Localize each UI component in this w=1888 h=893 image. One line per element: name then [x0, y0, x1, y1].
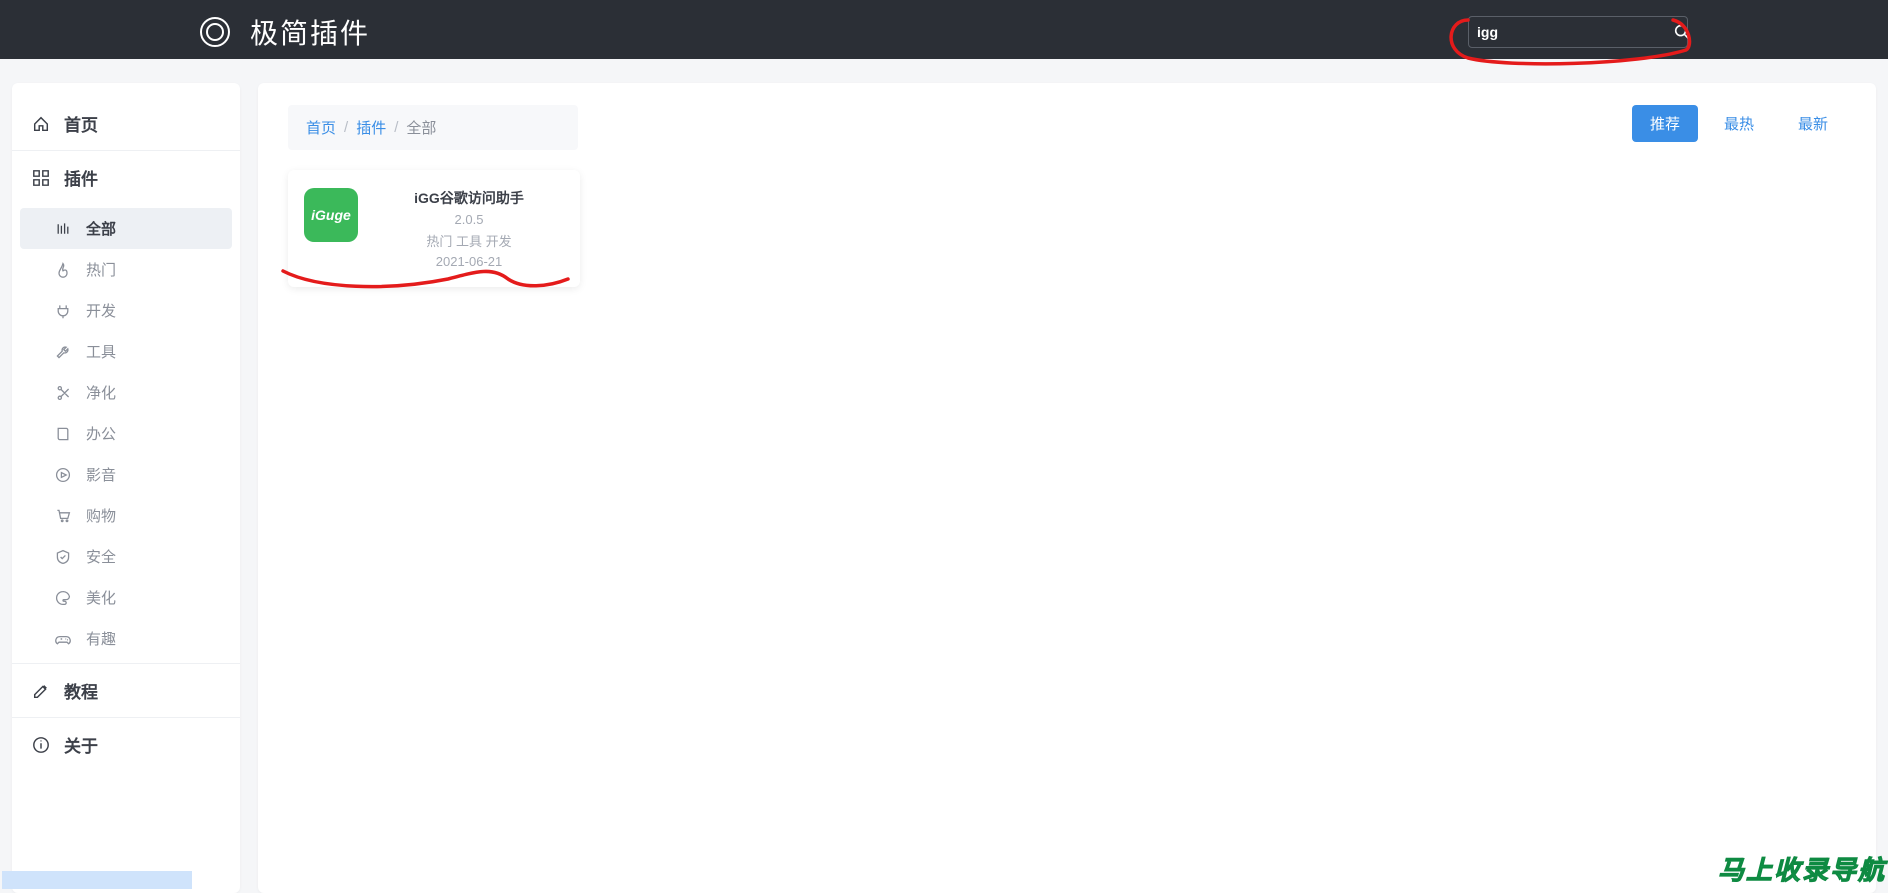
nav-tutorials[interactable]: 教程: [12, 664, 240, 717]
category-label: 净化: [86, 382, 116, 403]
breadcrumb-current: 全部: [406, 117, 436, 138]
sort-tab-hottest[interactable]: 最热: [1706, 105, 1772, 142]
category-label: 有趣: [86, 628, 116, 649]
bars-icon: [54, 220, 72, 238]
plugin-card[interactable]: iGuge iGG谷歌访问助手 2.0.5 热门 工具 开发 2021-06-2…: [288, 170, 580, 287]
category-wrench[interactable]: 工具: [20, 331, 232, 372]
search-icon[interactable]: [1673, 23, 1691, 41]
game-icon: [54, 630, 72, 648]
plug-icon: [54, 302, 72, 320]
play-icon: [54, 466, 72, 484]
plugin-version: 2.0.5: [374, 212, 564, 227]
shield-icon: [54, 548, 72, 566]
status-bar-hint: [2, 871, 192, 889]
cart-icon: [54, 507, 72, 525]
book-icon: [54, 425, 72, 443]
category-shield[interactable]: 安全: [20, 536, 232, 577]
search-input[interactable]: [1477, 24, 1673, 40]
breadcrumb-home[interactable]: 首页: [306, 117, 336, 138]
flame-icon: [54, 261, 72, 279]
nav-plugins[interactable]: 插件: [12, 151, 240, 204]
sort-tab-newest[interactable]: 最新: [1780, 105, 1846, 142]
category-label: 全部: [86, 218, 116, 239]
info-icon: [32, 736, 50, 754]
search-box[interactable]: [1468, 16, 1688, 48]
category-label: 热门: [86, 259, 116, 280]
nav-home[interactable]: 首页: [12, 97, 240, 150]
category-play[interactable]: 影音: [20, 454, 232, 495]
category-game[interactable]: 有趣: [20, 618, 232, 659]
site-title: 极简插件: [250, 12, 370, 52]
app-header: 极简插件: [0, 4, 1888, 59]
pencil-icon: [32, 682, 50, 700]
home-icon: [32, 115, 50, 133]
category-label: 影音: [86, 464, 116, 485]
sidebar: 首页 插件 全部热门开发工具净化办公影音购物安全美化有趣 教程 关于: [12, 83, 240, 893]
category-bars[interactable]: 全部: [20, 208, 232, 249]
main-content: 首页 / 插件 / 全部 推荐 最热 最新 iGuge iGG谷歌访问助手 2.…: [258, 83, 1876, 893]
category-plug[interactable]: 开发: [20, 290, 232, 331]
category-label: 安全: [86, 546, 116, 567]
category-palette[interactable]: 美化: [20, 577, 232, 618]
watermark: 马上收录导航: [1718, 850, 1886, 887]
nav-label: 插件: [64, 165, 98, 190]
wrench-icon: [54, 343, 72, 361]
plugin-tags: 热门 工具 开发: [374, 231, 564, 250]
palette-icon: [54, 589, 72, 607]
sort-tabs: 推荐 最热 最新: [1632, 105, 1846, 142]
plugin-date: 2021-06-21: [374, 254, 564, 269]
category-cart[interactable]: 购物: [20, 495, 232, 536]
category-book[interactable]: 办公: [20, 413, 232, 454]
category-label: 工具: [86, 341, 116, 362]
nav-label: 教程: [64, 678, 98, 703]
category-flame[interactable]: 热门: [20, 249, 232, 290]
chrome-logo-icon: [200, 17, 230, 47]
category-label: 办公: [86, 423, 116, 444]
sort-tab-recommended[interactable]: 推荐: [1632, 105, 1698, 142]
scissors-icon: [54, 384, 72, 402]
breadcrumb-plugins[interactable]: 插件: [356, 117, 386, 138]
nav-label: 首页: [64, 111, 98, 136]
plugin-title: iGG谷歌访问助手: [374, 188, 564, 208]
category-label: 美化: [86, 587, 116, 608]
nav-label: 关于: [64, 732, 98, 757]
category-label: 购物: [86, 505, 116, 526]
nav-about[interactable]: 关于: [12, 718, 240, 771]
category-label: 开发: [86, 300, 116, 321]
plugin-icon: iGuge: [304, 188, 358, 242]
breadcrumb: 首页 / 插件 / 全部: [288, 105, 578, 150]
grid-icon: [32, 169, 50, 187]
category-scissors[interactable]: 净化: [20, 372, 232, 413]
